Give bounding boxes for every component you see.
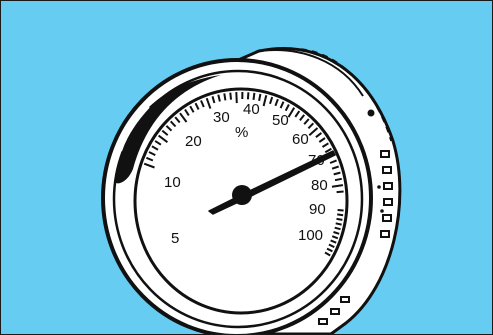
scale-tick bbox=[252, 92, 256, 101]
scale-label-50: 50 bbox=[272, 112, 289, 129]
scale-tick bbox=[235, 92, 238, 104]
unit-label: % bbox=[235, 124, 248, 141]
scale-tick bbox=[336, 217, 343, 221]
scale-label-10: 10 bbox=[164, 174, 181, 191]
scale-label-100: 100 bbox=[298, 227, 323, 244]
scale-tick bbox=[223, 93, 227, 101]
scale-tick bbox=[246, 92, 250, 100]
scale-label-80: 80 bbox=[311, 177, 328, 194]
scale-label-90: 90 bbox=[309, 201, 326, 218]
scale-tick bbox=[335, 222, 342, 226]
scale-tick bbox=[337, 209, 344, 212]
scale-label-30: 30 bbox=[213, 109, 230, 126]
scale-label-5: 5 bbox=[171, 230, 179, 247]
hygrometer-illustration: 5 10 20 30 40 50 60 70 80 90 100 % bbox=[1, 1, 492, 334]
scale-tick bbox=[258, 93, 262, 101]
needle-pivot bbox=[232, 185, 252, 205]
scale-label-20: 20 bbox=[185, 133, 202, 150]
illustration-frame: 5 10 20 30 40 50 60 70 80 90 100 % bbox=[0, 0, 493, 335]
scale-label-60: 60 bbox=[292, 131, 309, 148]
scale-tick bbox=[229, 92, 232, 100]
scale-tick bbox=[336, 190, 344, 194]
scale-label-40: 40 bbox=[243, 101, 260, 118]
scale-tick bbox=[334, 177, 343, 182]
scale-tick bbox=[337, 213, 344, 217]
